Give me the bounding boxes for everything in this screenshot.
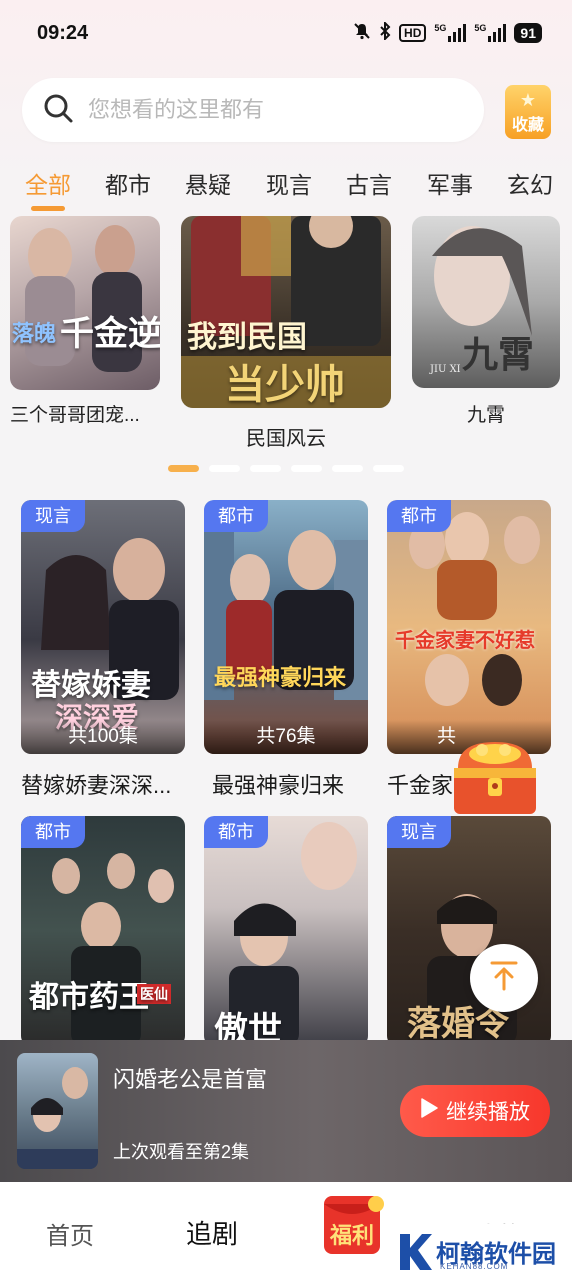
back-to-top-button[interactable] <box>470 944 538 1012</box>
favorite-button[interactable]: ★ 收藏 <box>505 85 551 139</box>
play-icon <box>420 1098 438 1124</box>
status-icons: HD 5G 5G 91 <box>353 20 542 43</box>
genre-tag: 现言 <box>21 500 85 532</box>
poster-title-art-2: 医仙 <box>137 984 171 1004</box>
carousel-dot[interactable] <box>168 465 199 472</box>
drama-card[interactable]: 都市 傲世 <box>204 816 368 1046</box>
genre-tag: 都市 <box>21 816 85 848</box>
carousel-center-poster-text2: 当少帅 <box>225 361 345 408</box>
bluetooth-icon <box>379 20 391 43</box>
carousel-left-poster-text2: 落魄 <box>12 321 57 347</box>
poster-title-art: 都市药王 <box>29 980 149 1015</box>
carousel-dot[interactable] <box>373 465 404 472</box>
search-bar[interactable] <box>22 78 484 142</box>
watermark-logo-icon <box>400 1234 432 1270</box>
status-bar: 09:24 HD 5G 5G 91 <box>0 0 572 70</box>
treasure-chest-icon[interactable] <box>450 730 540 818</box>
carousel-card-left[interactable]: 千金逆袭记 落魄 <box>10 216 160 390</box>
status-time: 09:24 <box>37 22 89 44</box>
carousel-right-poster-text: 九霄 <box>462 334 535 376</box>
tab-suspense[interactable]: 悬疑 <box>185 166 231 200</box>
carousel-card-center[interactable]: 我到民国 当少帅 <box>181 216 391 408</box>
genre-tag: 都市 <box>387 500 451 532</box>
drama-card[interactable]: 都市 都市药王 医仙 <box>21 816 185 1046</box>
carousel-card-right[interactable]: 九霄 JIU XI <box>412 216 560 388</box>
carousel-center-poster-text: 我到民国 <box>187 320 307 355</box>
drama-card[interactable]: 现言 落婚令 <box>387 816 551 1046</box>
star-icon: ★ <box>519 90 537 110</box>
drama-title: 替嫁娇妻深深... <box>21 773 172 798</box>
signal-label-1: 5G <box>434 22 447 33</box>
carousel-title-left: 三个哥哥团宠... <box>10 405 140 426</box>
carousel-dot[interactable] <box>332 465 363 472</box>
tab-ancient-romance[interactable]: 古言 <box>346 166 392 200</box>
tab-all[interactable]: 全部 <box>25 166 71 200</box>
carousel-left-poster-text: 千金逆袭记 <box>60 314 160 354</box>
hd-icon: HD <box>399 23 427 42</box>
search-input[interactable] <box>88 97 448 123</box>
carousel-dot[interactable] <box>291 465 322 472</box>
carousel-indicator <box>168 465 404 472</box>
genre-tag: 都市 <box>204 816 268 848</box>
carousel-dot[interactable] <box>209 465 240 472</box>
drama-title: 最强神豪归来 <box>212 773 345 798</box>
drama-card[interactable]: 都市 千金家妻不好惹 共 <box>387 500 551 754</box>
carousel-right-poster-text2: JIU XI <box>430 364 461 375</box>
continue-thumbnail-art <box>17 1067 98 1169</box>
search-icon <box>42 92 74 129</box>
signal-icon-1: 5G <box>434 22 467 42</box>
tab-fantasy[interactable]: 玄幻 <box>507 166 553 200</box>
welfare-label: 福利 <box>330 1223 375 1248</box>
continue-thumbnail[interactable] <box>17 1053 98 1169</box>
arrow-up-icon <box>487 959 521 998</box>
tab-active-indicator <box>31 206 65 211</box>
genre-tag: 现言 <box>387 816 451 848</box>
mute-icon <box>353 22 371 43</box>
battery-icon: 91 <box>514 22 542 43</box>
tab-modern-romance[interactable]: 现言 <box>266 166 312 200</box>
continue-title: 闪婚老公是首富 <box>113 1067 268 1092</box>
poster-title-art: 千金家妻不好惹 <box>395 628 535 652</box>
watermark: 柯翰软件园 KEHAN88.COM <box>392 1224 572 1279</box>
drama-card[interactable]: 现言 替嫁娇妻 深深爱 共100集 <box>21 500 185 754</box>
episode-count: 共100集 <box>21 720 185 754</box>
episode-count: 共76集 <box>204 720 368 754</box>
watermark-sub: KEHAN88.COM <box>440 1262 509 1271</box>
nav-following[interactable]: 追剧 <box>186 1214 238 1251</box>
signal-icon-2: 5G <box>474 22 507 42</box>
favorite-label: 收藏 <box>511 117 544 134</box>
tab-city[interactable]: 都市 <box>105 166 151 200</box>
tab-military[interactable]: 军事 <box>427 166 473 200</box>
category-tabs: 全部 都市 悬疑 现言 古言 军事 玄幻 <box>0 160 572 210</box>
continue-play-button[interactable]: 继续播放 <box>400 1085 550 1137</box>
poster-art <box>204 530 368 700</box>
carousel-title-right: 九霄 <box>466 405 505 426</box>
drama-card[interactable]: 都市 最强神豪归来 共76集 <box>204 500 368 754</box>
signal-label-2: 5G <box>474 22 487 33</box>
nav-home[interactable]: 首页 <box>46 1216 94 1251</box>
continue-play-label: 继续播放 <box>446 1101 530 1124</box>
genre-tag: 都市 <box>204 500 268 532</box>
carousel-dot[interactable] <box>250 465 281 472</box>
continue-progress: 上次观看至第2集 <box>113 1142 250 1162</box>
welfare-nav-button[interactable]: 福利 <box>316 1190 392 1258</box>
carousel-poster-art-left <box>25 225 142 372</box>
carousel-title-center: 民国风云 <box>246 428 326 450</box>
poster-title-art: 最强神豪归来 <box>214 665 347 691</box>
